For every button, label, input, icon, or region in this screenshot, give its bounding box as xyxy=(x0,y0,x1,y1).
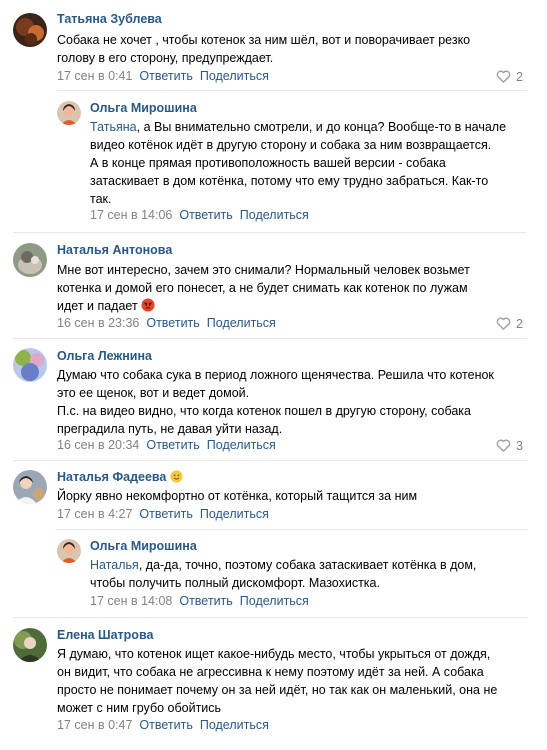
comment-author[interactable]: Татьяна Зублева xyxy=(57,12,162,26)
comment-text-line: Я думаю, что котенок ищет какое-нибудь м… xyxy=(57,647,491,661)
comment-author[interactable]: Наталья Антонова xyxy=(57,243,172,257)
comment-text-line: затаскивает в дом котёнка, потому что ем… xyxy=(90,174,489,188)
comment-text-line: это ее щенок, вот и ведет домой. xyxy=(57,386,250,400)
comment-text: Я думаю, что котенок ищет какое-нибудь м… xyxy=(57,645,497,717)
comment-text-line: Собака не хочет , чтобы котенок за ним ш… xyxy=(57,33,471,47)
reply-link[interactable]: Ответить xyxy=(146,438,199,452)
comment-text-line: Йорку явно некомфортно от котёнка, котор… xyxy=(57,489,418,503)
comment-author[interactable]: Ольга Мирошина xyxy=(90,101,197,115)
avatar-image xyxy=(13,243,47,277)
comment-text-line: он видит, что собака не агрессивна к нем… xyxy=(57,665,484,679)
comment-text-line: идет и падает xyxy=(57,299,138,313)
avatar-image xyxy=(13,470,47,504)
like-count: 2 xyxy=(516,69,523,84)
avatar[interactable] xyxy=(57,101,81,125)
comment-date[interactable]: 17 сен в 0:47 xyxy=(57,718,132,732)
like-button[interactable]: 3 xyxy=(496,438,523,453)
comment-meta: 17 сен в 14:06 Ответить Поделиться xyxy=(90,208,309,222)
comment-author[interactable]: Ольга Мирошина xyxy=(90,539,197,553)
comment-text-line: А в конце прямая противоположность вашей… xyxy=(90,156,446,170)
heart-outline-icon xyxy=(496,439,511,452)
comment-text-line: может с ним грубо обойтись xyxy=(57,701,222,715)
divider xyxy=(57,90,527,91)
comment-text-line: видео котёнок идёт в другую сторону и со… xyxy=(90,138,492,152)
divider xyxy=(13,232,527,233)
mention-link[interactable]: Наталья xyxy=(90,558,139,572)
comment-text-line: преградила путь, не давая уйти назад. xyxy=(57,422,283,436)
comment-text: Думаю что собака сука в период ложного щ… xyxy=(57,366,494,438)
avatar[interactable] xyxy=(13,13,47,47)
like-count: 2 xyxy=(516,316,523,331)
comment-text-line: так. xyxy=(90,192,112,206)
comment-text-line: котенка и домой его понесет, а не будет … xyxy=(57,281,468,295)
avatar-image xyxy=(13,13,47,47)
avatar-image xyxy=(57,101,81,125)
comment-author: Наталья Фадеева xyxy=(57,470,183,484)
comment-text: Мне вот интересно, зачем это снимали? Но… xyxy=(57,261,470,315)
reply-link[interactable]: Ответить xyxy=(179,208,232,222)
comment-meta: 17 сен в 0:47 Ответить Поделиться xyxy=(57,718,269,732)
mention-link[interactable]: Татьяна xyxy=(90,120,137,134)
divider xyxy=(13,338,527,339)
comment-author-name[interactable]: Наталья Фадеева xyxy=(57,470,166,484)
heart-outline-icon xyxy=(496,317,511,330)
heart-outline-icon xyxy=(496,70,511,83)
avatar[interactable] xyxy=(13,348,47,382)
reply-link[interactable]: Ответить xyxy=(179,594,232,608)
comment-meta: 16 сен в 23:36 Ответить Поделиться xyxy=(57,316,276,330)
avatar-image xyxy=(13,348,47,382)
comment-date[interactable]: 17 сен в 14:06 xyxy=(90,208,172,222)
comment-date[interactable]: 16 сен в 23:36 xyxy=(57,316,139,330)
comment-meta: 17 сен в 14:08 Ответить Поделиться xyxy=(90,594,309,608)
avatar-image xyxy=(13,628,47,662)
comment-date[interactable]: 17 сен в 14:08 xyxy=(90,594,172,608)
comment-meta: 17 сен в 4:27 Ответить Поделиться xyxy=(57,507,269,521)
share-link[interactable]: Поделиться xyxy=(240,208,309,222)
comment-text: Йорку явно некомфортно от котёнка, котор… xyxy=(57,487,417,505)
comment-text-line: Мне вот интересно, зачем это снимали? Но… xyxy=(57,263,470,277)
comment-text: Собака не хочет , чтобы котенок за ним ш… xyxy=(57,31,470,67)
angry-face-emoji-icon xyxy=(141,298,155,312)
reply-link[interactable]: Ответить xyxy=(139,69,192,83)
avatar[interactable] xyxy=(57,539,81,563)
comment-date[interactable]: 16 сен в 20:34 xyxy=(57,438,139,452)
avatar[interactable] xyxy=(13,243,47,277)
comment-date[interactable]: 17 сен в 4:27 xyxy=(57,507,132,521)
share-link[interactable]: Поделиться xyxy=(200,507,269,521)
comment-text-line: , да-да, точно, поэтому собака затаскива… xyxy=(138,558,477,572)
comment-text-line: чтобы получить полный дискомфорт. Мазохи… xyxy=(90,576,380,590)
comment-date[interactable]: 17 сен в 0:41 xyxy=(57,69,132,83)
avatar-image xyxy=(57,539,81,563)
comment-text-line: голову в его сторону, предупреждает. xyxy=(57,51,274,65)
divider xyxy=(13,460,527,461)
share-link[interactable]: Поделиться xyxy=(240,594,309,608)
divider xyxy=(13,617,527,618)
share-link[interactable]: Поделиться xyxy=(207,316,276,330)
comment-text-line: П.с. на видео видно, что когда котенок п… xyxy=(57,404,471,418)
reply-link[interactable]: Ответить xyxy=(139,507,192,521)
avatar[interactable] xyxy=(13,470,47,504)
smile-emoji-icon xyxy=(170,470,183,483)
comment-author[interactable]: Елена Шатрова xyxy=(57,628,153,642)
share-link[interactable]: Поделиться xyxy=(207,438,276,452)
like-button[interactable]: 2 xyxy=(496,316,523,331)
comment-text: Наталья, да-да, точно, поэтому собака за… xyxy=(90,556,476,592)
reply-link[interactable]: Ответить xyxy=(146,316,199,330)
comment-meta: 16 сен в 20:34 Ответить Поделиться xyxy=(57,438,276,452)
like-count: 3 xyxy=(516,438,523,453)
share-link[interactable]: Поделиться xyxy=(200,69,269,83)
comment-text: Татьяна, а Вы внимательно смотрели, и до… xyxy=(90,118,506,208)
comment-text-line: Думаю что собака сука в период ложного щ… xyxy=(57,368,494,382)
comment-author[interactable]: Ольга Лежнина xyxy=(57,349,152,363)
share-link[interactable]: Поделиться xyxy=(200,718,269,732)
comment-text-line: , а Вы внимательно смотрели, и до конца?… xyxy=(136,120,507,134)
like-button[interactable]: 2 xyxy=(496,69,523,84)
reply-link[interactable]: Ответить xyxy=(139,718,192,732)
comment-meta: 17 сен в 0:41 Ответить Поделиться xyxy=(57,69,269,83)
comment-text-line: просто не понимает почему он за ней идёт… xyxy=(57,683,498,697)
avatar[interactable] xyxy=(13,628,47,662)
divider xyxy=(57,529,527,530)
